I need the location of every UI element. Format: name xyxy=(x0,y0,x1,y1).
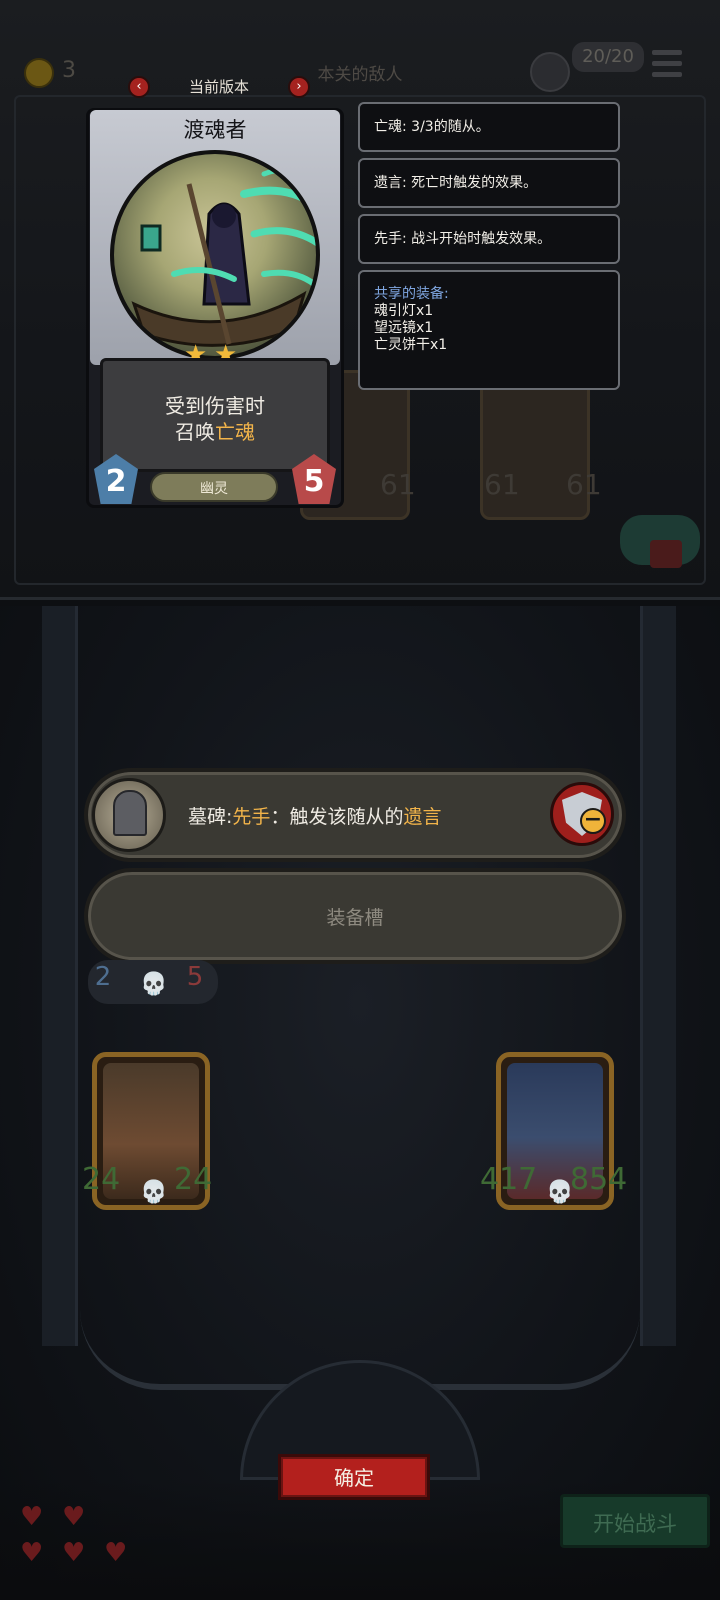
right-minion-health: 854 xyxy=(570,1162,628,1197)
equipment-keyword2: 遗言 xyxy=(403,806,442,828)
zoom-arrow-icon xyxy=(650,540,682,568)
heart-icon: ♥ xyxy=(62,1502,86,1532)
info-box-deathrattle: 遗言: 死亡时触发的效果。 xyxy=(358,158,620,208)
shared-equipment-item: 魂引灯x1 xyxy=(374,303,434,319)
heart-icon: ♥ xyxy=(62,1538,86,1568)
info-summon-text: 亡魂: 3/3的随从。 xyxy=(374,119,490,135)
card-art-ferryman xyxy=(110,150,320,360)
enemies-title[interactable]: 本关的敌人 xyxy=(290,60,430,85)
equipment-keyword: 先手 xyxy=(232,806,271,828)
card-description-text: 召唤 xyxy=(175,420,215,444)
skull-icon: 💀 xyxy=(140,1180,168,1205)
card-tribe: 幽灵 xyxy=(200,481,228,497)
heart-icon: ♥ xyxy=(20,1538,44,1568)
card-description-keyword: 亡魂 xyxy=(215,420,255,444)
info-box-first-strike: 先手: 战斗开始时触发效果。 xyxy=(358,214,620,264)
skull-icon: 💀 xyxy=(140,972,168,997)
confirm-label: 确定 xyxy=(334,1466,374,1490)
minion-card: 渡魂者 ★ ★ 受到伤害时 召唤亡魂 2 5 幽灵 xyxy=(80,102,350,512)
coin-count: 3 xyxy=(62,58,76,83)
info-deathrattle-text: 遗言: 死亡时触发的效果。 xyxy=(374,175,538,191)
dim-enemy-card-health: 61 xyxy=(566,468,602,501)
tombstone-glyph xyxy=(113,790,147,836)
board-rail-left xyxy=(42,606,78,1346)
hamburger-menu-icon[interactable] xyxy=(652,50,682,78)
selected-minion-attack: 2 xyxy=(94,962,112,992)
shared-equipment-item: 亡灵饼干x1 xyxy=(374,337,448,353)
card-description-line1: 受到伤害时 xyxy=(165,394,265,418)
dim-enemy-card-attack: 61 xyxy=(484,468,520,501)
equipment-slot-label: 装备槽 xyxy=(326,907,384,929)
equipment-name: 墓碑 xyxy=(188,806,227,828)
next-version-button[interactable]: › xyxy=(288,76,310,98)
shared-equipment-item: 望远镜x1 xyxy=(374,320,434,336)
card-description-line2: 召唤亡魂 xyxy=(100,416,330,445)
card-name: 渡魂者 xyxy=(183,118,247,142)
shared-equipment-title: 共享的装备: xyxy=(374,286,449,302)
equipment-text: ：触发该随从的 xyxy=(270,806,404,828)
right-minion-attack: 417 xyxy=(480,1162,538,1197)
heart-icon: ♥ xyxy=(20,1502,44,1532)
equipment-description: 墓碑:先手：触发该随从的遗言 xyxy=(188,802,441,829)
card-health: 5 xyxy=(303,464,325,499)
info-first-strike-text: 先手: 战斗开始时触发效果。 xyxy=(374,231,552,247)
info-box-shared-equipment: 共享的装备: 魂引灯x1 望远镜x1 亡灵饼干x1 xyxy=(358,270,620,390)
info-box-summon: 亡魂: 3/3的随从。 xyxy=(358,102,620,152)
start-battle-label: 开始战斗 xyxy=(593,1512,677,1536)
card-attack: 2 xyxy=(105,464,127,499)
left-minion-health: 24 xyxy=(174,1162,213,1197)
selected-minion-health: 5 xyxy=(186,962,204,992)
minus-icon: − xyxy=(580,808,606,834)
coin-icon xyxy=(24,58,54,88)
enemy-avatar-icon[interactable] xyxy=(530,52,570,92)
heart-icon: ♥ xyxy=(104,1538,128,1568)
enemy-count-badge: 20/20 xyxy=(572,42,644,72)
prev-version-button[interactable]: ‹ xyxy=(128,76,150,98)
dim-enemy-card-stat: 61 xyxy=(380,468,416,501)
board-rail-right xyxy=(640,606,676,1346)
version-label: 当前版本 xyxy=(188,78,249,96)
left-minion-attack: 24 xyxy=(82,1162,121,1197)
